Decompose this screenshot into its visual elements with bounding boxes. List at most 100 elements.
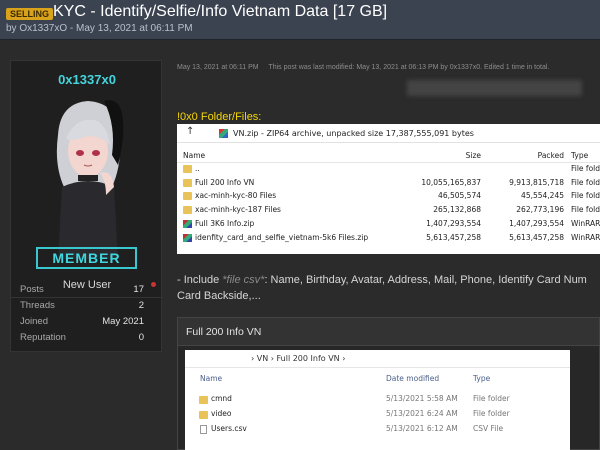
file-type: WinRAR (571, 219, 600, 228)
include-prefix: - Include (177, 274, 223, 286)
file-type: WinRAR (571, 233, 600, 242)
file-name: xac-minh-kyc-187 Files (195, 205, 281, 214)
archive-window-image: ↑ VN.zip - ZIP64 archive, unpacked size … (177, 124, 600, 254)
file-type: File folde (571, 178, 600, 187)
stat-reputation: Reputation 0 (20, 330, 144, 346)
spoiler-title: Full 200 Info VN (186, 326, 262, 338)
zip-archive-icon (219, 129, 228, 138)
table-row: Full 3K6 Info.zip 1,407,293,554 1,407,29… (177, 219, 600, 232)
file-type: File folde (571, 164, 600, 173)
file-packed: 45,554,245 (521, 191, 564, 200)
stat-value: 2 (138, 300, 144, 311)
up-arrow-icon: ↑ (186, 126, 195, 137)
file-size: 10,055,165,837 (421, 178, 481, 187)
file-name: xac-minh-kyc-80 Files (195, 191, 277, 200)
list-item: cmnd 5/13/2021 5:58 AM File folder (185, 394, 570, 408)
folder-icon (183, 165, 192, 173)
status-dot-icon (151, 282, 156, 287)
stat-threads: Threads 2 (20, 298, 144, 314)
folder-icon (199, 396, 208, 404)
column-name: Name (200, 374, 223, 383)
rar-icon (183, 220, 192, 228)
post-meta: May 13, 2021 at 06:11 PM This post was l… (177, 64, 549, 71)
file-size: 46,505,574 (438, 191, 481, 200)
table-row: Full 200 Info VN 10,055,165,837 9,913,81… (177, 178, 600, 191)
file-packed: 9,913,815,718 (509, 178, 564, 187)
include-line-1: - Include *file csv*: Name, Birthday, Av… (177, 272, 600, 288)
file-type: File folde (571, 205, 600, 214)
folder-heading: !0x0 Folder/Files: (177, 111, 262, 123)
folder-icon (199, 411, 208, 419)
stat-label: Threads (20, 300, 55, 311)
thread-header: SELLING KYC - Identify/Selfie/Info Vietn… (0, 0, 600, 40)
item-type: File folder (473, 394, 510, 403)
stat-value: 17 (133, 284, 144, 295)
stat-label: Reputation (20, 332, 66, 343)
folder-icon (183, 179, 192, 187)
file-name: idenfity_card_and_selfie_vietnam-5k6 Fil… (195, 233, 369, 242)
item-name: video (211, 409, 232, 418)
avatar[interactable] (48, 95, 128, 259)
spoiler-toggle[interactable]: Full 200 Info VN (178, 318, 599, 346)
item-date: 5/13/2021 6:12 AM (386, 424, 458, 433)
rar-icon (183, 234, 192, 242)
archive-column-headers: Name Size Packed Type (177, 149, 600, 163)
list-item: Users.csv 5/13/2021 6:12 AM CSV File (185, 424, 570, 438)
folder-icon (183, 192, 192, 200)
stat-joined: Joined May 2021 (20, 314, 144, 330)
stat-label: Joined (20, 316, 48, 327)
username-link[interactable]: 0x1337x0 (11, 72, 163, 87)
archive-path: VN.zip - ZIP64 archive, unpacked size 17… (233, 129, 474, 138)
item-type: CSV File (473, 424, 504, 433)
file-size: 265,132,868 (433, 205, 481, 214)
selling-badge[interactable]: SELLING (6, 8, 54, 20)
file-size: 5,613,457,258 (426, 233, 481, 242)
explorer-column-headers: Name Date modified Type (185, 374, 570, 388)
item-date: 5/13/2021 5:58 AM (386, 394, 458, 403)
column-date-modified: Date modified (386, 374, 440, 383)
thread-title: KYC - Identify/Selfie/Info Vietnam Data … (53, 3, 388, 20)
table-row: xac-minh-kyc-187 Files 265,132,868 262,7… (177, 205, 600, 218)
file-name: .. (195, 164, 200, 173)
column-type: Type (571, 151, 589, 160)
post-date-link[interactable]: May 13, 2021 at 06:11 PM (177, 64, 259, 71)
table-row: .. File folde (177, 164, 600, 177)
stat-posts: Posts 17 (20, 282, 144, 298)
table-row: xac-minh-kyc-80 Files 46,505,574 45,554,… (177, 191, 600, 204)
include-fields: : Name, Birthday, Avatar, Address, Mail,… (264, 274, 587, 286)
explorer-path-bar: › VN › Full 200 Info VN › (185, 350, 570, 368)
column-size: Size (465, 151, 481, 160)
include-description: - Include *file csv*: Name, Birthday, Av… (177, 272, 600, 304)
column-packed: Packed (537, 151, 564, 160)
member-rank-badge: MEMBER (36, 247, 137, 269)
breadcrumb: › VN › Full 200 Info VN › (251, 354, 346, 363)
spoiler-block: Full 200 Info VN › VN › Full 200 Info VN… (177, 317, 600, 450)
item-type: File folder (473, 409, 510, 418)
stat-value[interactable]: 0 (139, 330, 144, 346)
user-stats: Posts 17 Threads 2 Joined May 2021 Reput… (20, 282, 144, 346)
item-name: Users.csv (211, 424, 247, 433)
file-csv-note: *file csv* (222, 274, 265, 286)
table-row: idenfity_card_and_selfie_vietnam-5k6 Fil… (177, 233, 600, 246)
file-packed: 1,407,293,554 (509, 219, 564, 228)
column-name: Name (183, 151, 206, 160)
stat-value: May 2021 (102, 316, 144, 327)
explorer-window-image: › VN › Full 200 Info VN › Name Date modi… (185, 350, 570, 450)
thread-byline[interactable]: by Ox1337xO - May 13, 2021 at 06:11 PM (6, 23, 193, 34)
item-date: 5/13/2021 6:24 AM (386, 409, 458, 418)
list-item: video 5/13/2021 6:24 AM File folder (185, 409, 570, 423)
column-type: Type (473, 374, 491, 383)
archive-path-bar: ↑ VN.zip - ZIP64 archive, unpacked size … (177, 124, 600, 143)
item-name: cmnd (211, 394, 232, 403)
stat-label: Posts (20, 284, 44, 295)
csv-file-icon (200, 425, 207, 434)
file-type: File folde (571, 191, 600, 200)
file-name: Full 3K6 Info.zip (195, 219, 255, 228)
folder-icon (183, 206, 192, 214)
file-packed: 262,773,196 (516, 205, 564, 214)
file-packed: 5,613,457,258 (509, 233, 564, 242)
redacted-area (407, 80, 582, 96)
file-size: 1,407,293,554 (426, 219, 481, 228)
include-line-2: Card Backside,... (177, 290, 261, 302)
edit-note: This post was last modified: May 13, 202… (268, 64, 550, 71)
